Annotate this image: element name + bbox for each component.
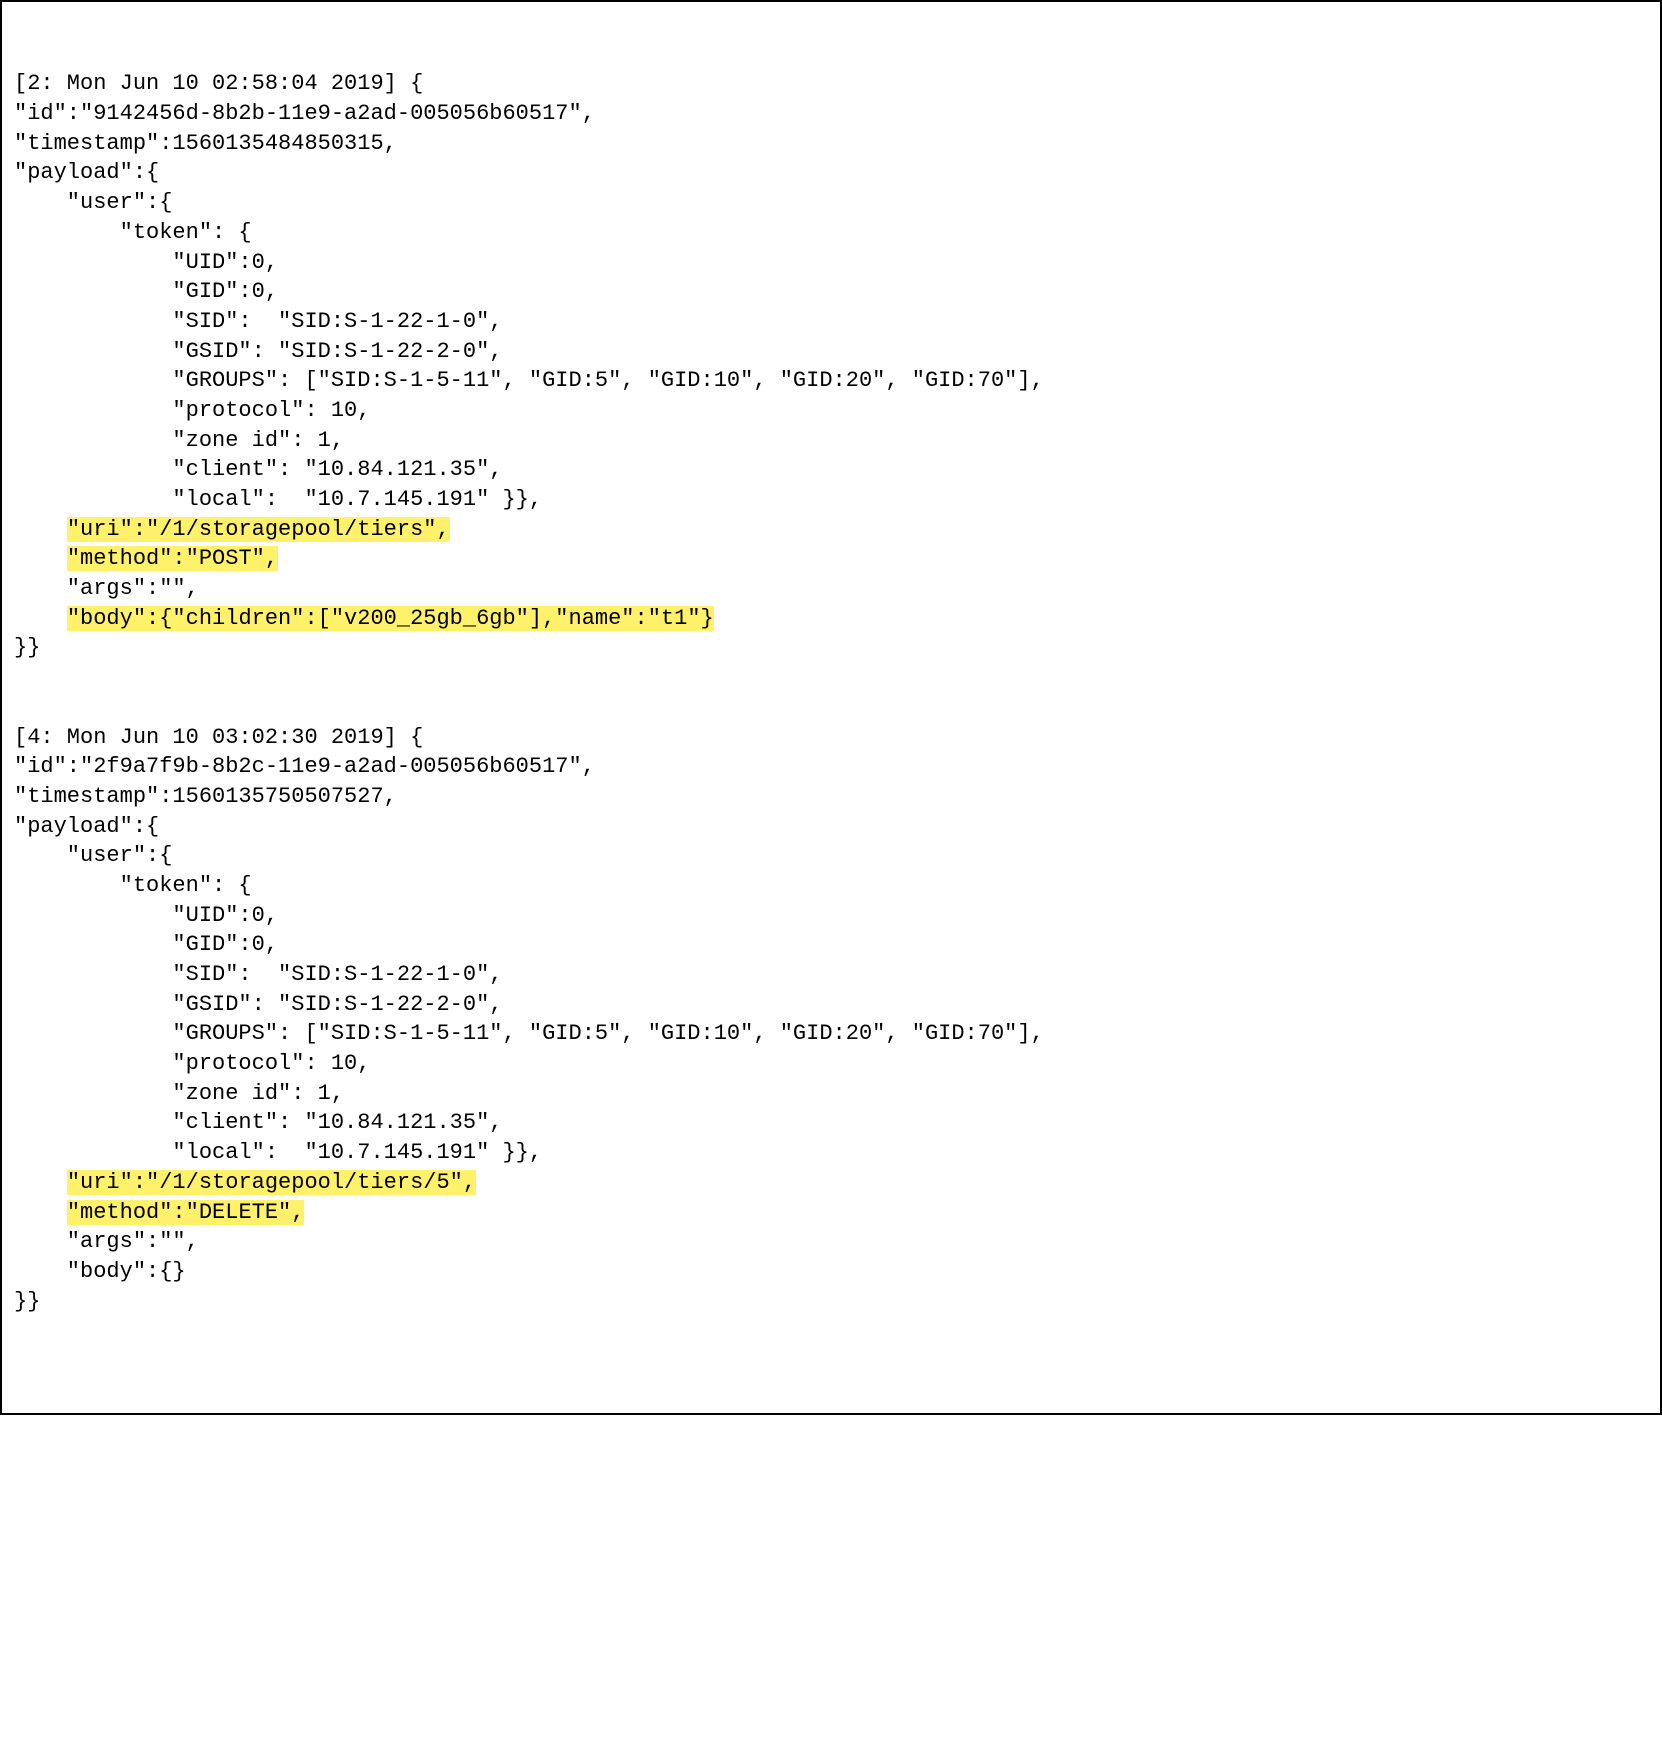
- log-local: "local": "10.7.145.191" }},: [14, 487, 542, 512]
- log-gsid: "GSID": "SID:S-1-22-2-0",: [14, 992, 502, 1017]
- log-token: "token": {: [14, 873, 252, 898]
- log-user: "user":{: [14, 843, 172, 868]
- log-zone: "zone id": 1,: [14, 1081, 344, 1106]
- log-client: "client": "10.84.121.35",: [14, 1110, 502, 1135]
- log-zone: "zone id": 1,: [14, 428, 344, 453]
- log-sid: "SID": "SID:S-1-22-1-0",: [14, 962, 502, 987]
- log-uid: "UID":0,: [14, 250, 278, 275]
- log-body: "body":{"children":["v200_25gb_6gb"],"na…: [67, 606, 714, 631]
- log-protocol: "protocol": 10,: [14, 1051, 370, 1076]
- log-payload: "payload":{: [14, 814, 159, 839]
- log-close: }}: [14, 635, 40, 660]
- log-id: "id":"2f9a7f9b-8b2c-11e9-a2ad-005056b605…: [14, 754, 595, 779]
- log-method: "method":"POST",: [67, 546, 278, 571]
- log-uri: "uri":"/1/storagepool/tiers",: [67, 517, 450, 542]
- log-method: "method":"DELETE",: [67, 1200, 305, 1225]
- log-args: "args":"",: [14, 576, 199, 601]
- log-gid: "GID":0,: [14, 932, 278, 957]
- log-groups: "GROUPS": ["SID:S-1-5-11", "GID:5", "GID…: [14, 1021, 1044, 1046]
- log-close: }}: [14, 1289, 40, 1314]
- log-gsid: "GSID": "SID:S-1-22-2-0",: [14, 339, 502, 364]
- log-output: [2: Mon Jun 10 02:58:04 2019] { "id":"91…: [14, 69, 1648, 1316]
- log-groups: "GROUPS": ["SID:S-1-5-11", "GID:5", "GID…: [14, 368, 1044, 393]
- log-client: "client": "10.84.121.35",: [14, 457, 502, 482]
- log-user: "user":{: [14, 190, 172, 215]
- log-local: "local": "10.7.145.191" }},: [14, 1140, 542, 1165]
- log-id: "id":"9142456d-8b2b-11e9-a2ad-005056b605…: [14, 101, 595, 126]
- log-protocol: "protocol": 10,: [14, 398, 370, 423]
- log-payload: "payload":{: [14, 160, 159, 185]
- log-sid: "SID": "SID:S-1-22-1-0",: [14, 309, 502, 334]
- log-timestamp: "timestamp":1560135484850315,: [14, 131, 397, 156]
- log-entry-1: [4: Mon Jun 10 03:02:30 2019] { "id":"2f…: [14, 725, 1044, 1314]
- log-timestamp: "timestamp":1560135750507527,: [14, 784, 397, 809]
- log-gid: "GID":0,: [14, 279, 278, 304]
- log-args: "args":"",: [14, 1229, 199, 1254]
- log-uri: "uri":"/1/storagepool/tiers/5",: [67, 1170, 476, 1195]
- log-header: [4: Mon Jun 10 03:02:30 2019] {: [14, 725, 423, 750]
- log-entry-0: [2: Mon Jun 10 02:58:04 2019] { "id":"91…: [14, 71, 1044, 660]
- log-token: "token": {: [14, 220, 252, 245]
- log-body: "body":{}: [14, 1259, 186, 1284]
- log-header: [2: Mon Jun 10 02:58:04 2019] {: [14, 71, 423, 96]
- log-uid: "UID":0,: [14, 903, 278, 928]
